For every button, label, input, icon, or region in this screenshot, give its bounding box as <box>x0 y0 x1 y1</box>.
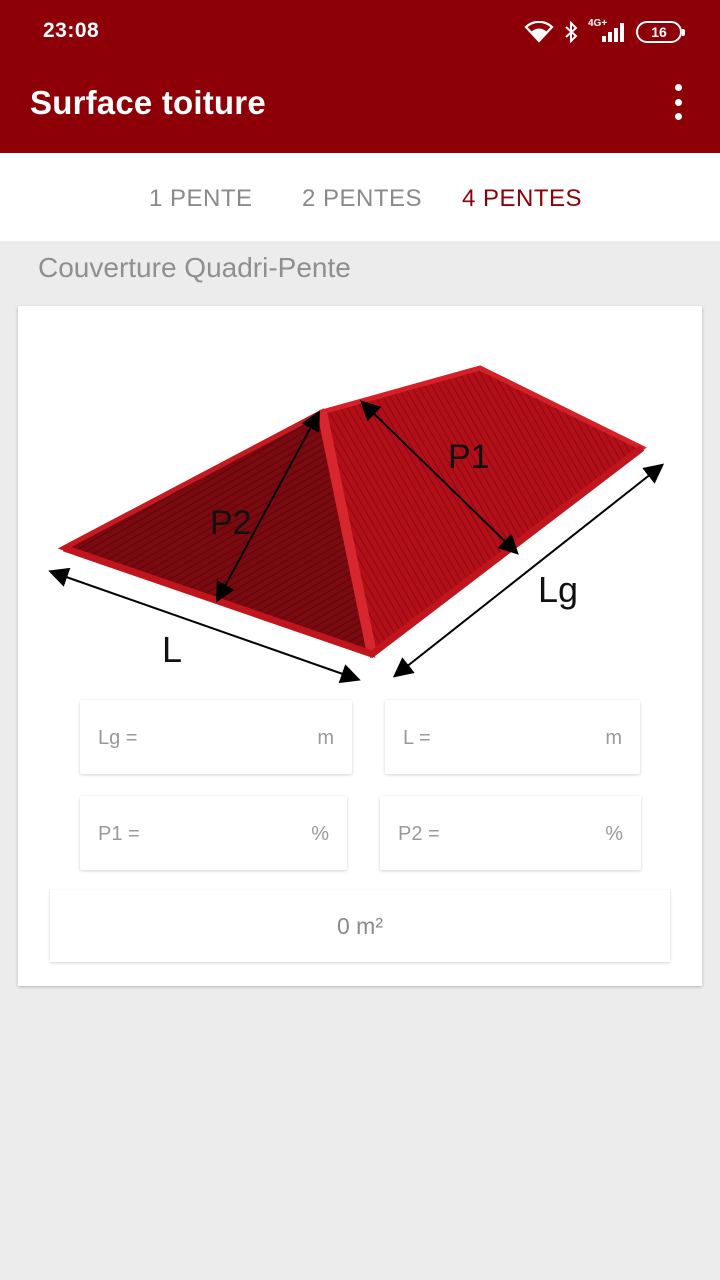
p2-label: P2 = <box>398 823 440 845</box>
battery-icon: 16 <box>636 21 685 43</box>
status-icons: 4G+ 16 <box>524 18 685 46</box>
hip-roof-diagram: P1 P2 Lg L <box>48 365 665 684</box>
tab-1-pente[interactable]: 1 PENTE <box>149 185 253 213</box>
tab-4-pentes[interactable]: 4 PENTES <box>462 185 582 213</box>
bluetooth-icon <box>565 21 578 43</box>
status-bar: 23:08 4G+ 16 <box>0 0 720 64</box>
more-vert-icon[interactable] <box>666 84 690 120</box>
label-l: L <box>162 629 182 670</box>
p1-unit: % <box>311 823 329 845</box>
l-unit: m <box>605 727 622 749</box>
app-title: Surface toiture <box>30 84 266 121</box>
lg-label: Lg = <box>98 727 138 749</box>
signal-icon: 4G+ <box>588 18 626 43</box>
l-field[interactable]: L = m <box>385 700 640 774</box>
lg-field[interactable]: Lg = m <box>80 700 352 774</box>
p1-field[interactable]: P1 = % <box>80 796 347 870</box>
lg-unit: m <box>317 727 334 749</box>
label-lg: Lg <box>538 569 578 610</box>
tab-2-pentes[interactable]: 2 PENTES <box>302 185 422 213</box>
app-header: 23:08 4G+ 16 Surface toiture <box>0 0 720 153</box>
section-title: Couverture Quadri-Pente <box>38 252 351 283</box>
wifi-icon <box>524 21 554 43</box>
tab-bar: 1 PENTE 2 PENTES 4 PENTES <box>0 153 720 241</box>
p2-field[interactable]: P2 = % <box>380 796 641 870</box>
label-p2: P2 <box>210 504 252 542</box>
p2-unit: % <box>605 823 623 845</box>
calculator-card: P1 P2 Lg L Lg = m L = m P1 = % P2 = % 0 … <box>18 306 702 986</box>
l-label: L = <box>403 727 431 749</box>
label-p1: P1 <box>448 438 490 476</box>
status-time: 23:08 <box>43 19 100 42</box>
surface-result: 0 m² <box>50 890 670 962</box>
p1-label: P1 = <box>98 823 140 845</box>
